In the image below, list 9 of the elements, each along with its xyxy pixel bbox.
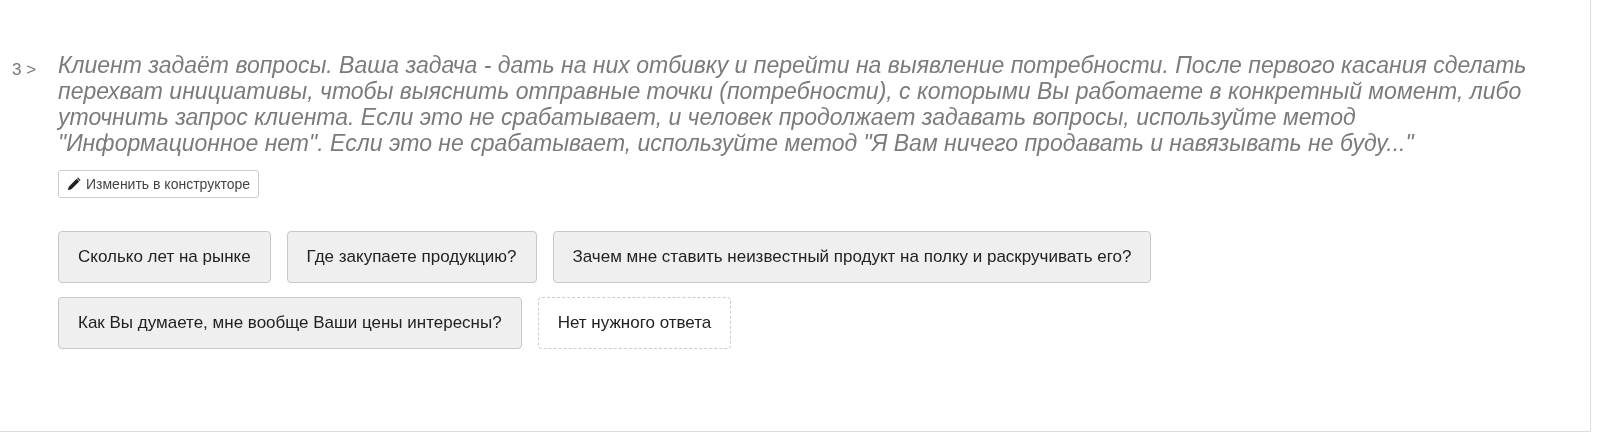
edit-in-builder-button[interactable]: Изменить в конструкторе [58, 170, 260, 198]
question-text: Клиент задаёт вопросы. Ваша задача - дать на них отбивку и перейти на выявление потребности. После первого касания сделать перехват инициативы, чтобы выяснить отправные точки (потребности), с которыми Вы работаете в конкретный момент, либо уточнить запрос клиента. Если это не срабатывает, и человек продолжает задавать вопросы, используйте метод "Информационное нет". Если это не срабатывает, используйте метод "Я Вам ничего продавать и навязывать не буду..." [58, 52, 1528, 156]
pencil-icon [67, 177, 81, 191]
question-number: 3 > [12, 60, 38, 80]
answer-option-button[interactable]: Как Вы думаете, мне вообще Ваши цены интересны? [58, 297, 522, 349]
answer-option-button[interactable]: Сколько лет на рынке [58, 231, 271, 283]
answer-option-button[interactable]: Где закупаете продукцию? [286, 231, 537, 283]
answer-option-button[interactable]: Зачем мне ставить неизвестный продукт на полку и раскручивать его? [552, 231, 1152, 283]
answer-option-button[interactable]: Нет нужного ответа [537, 297, 732, 349]
